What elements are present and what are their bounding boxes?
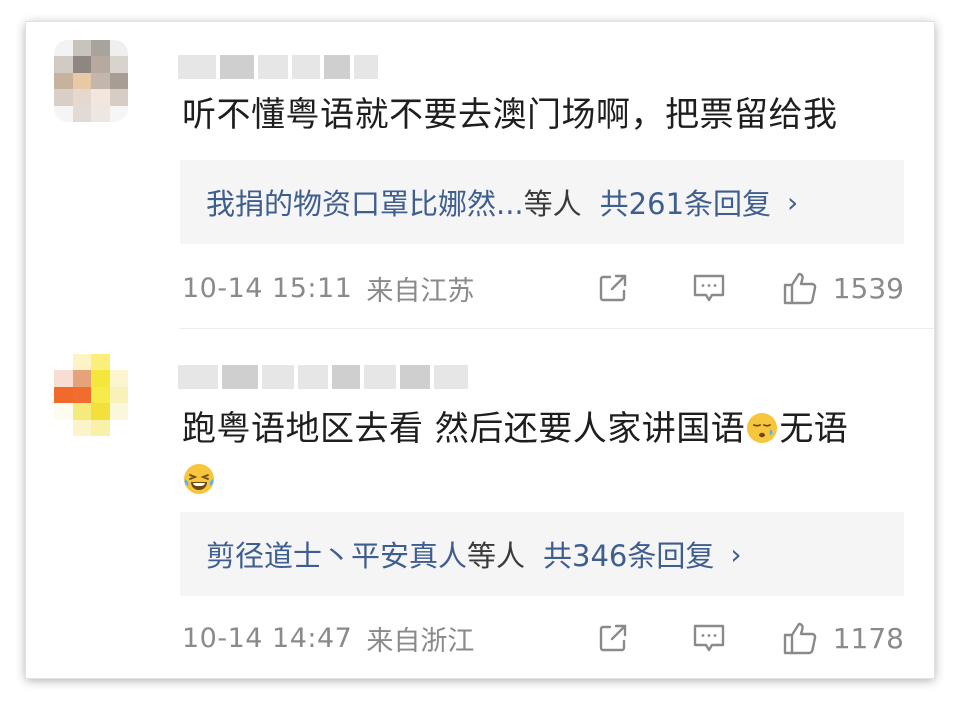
comment-text: 跑粤语地区去看 然后还要人家讲国语 无语 bbox=[182, 406, 906, 508]
reply-summary[interactable]: 剪径道士丶平安真人 等人 共346条回复 › bbox=[180, 512, 904, 596]
share-button[interactable] bbox=[593, 620, 633, 656]
like-button[interactable]: 1539 bbox=[781, 269, 904, 307]
share-icon bbox=[599, 624, 626, 652]
comment-meta: 10-14 15:11 来自江苏 1539 bbox=[182, 266, 904, 310]
timestamp: 10-14 14:47 bbox=[182, 622, 353, 654]
reply-suffix: 等人 bbox=[523, 187, 582, 221]
share-icon bbox=[599, 274, 626, 302]
reply-names[interactable]: 剪径道士丶平安真人 bbox=[206, 533, 467, 575]
reply-count[interactable]: 共261条回复 bbox=[600, 181, 771, 223]
reply-suffix: 等人 bbox=[467, 539, 526, 573]
location: 来自浙江 bbox=[366, 625, 475, 657]
comment-text: 听不懂粤语就不要去澳门场啊，把票留给我 bbox=[182, 95, 838, 135]
comment-icon bbox=[693, 624, 724, 652]
divider bbox=[180, 328, 934, 329]
username-redacted[interactable] bbox=[178, 52, 378, 82]
reply-count[interactable]: 共346条回复 bbox=[543, 533, 714, 575]
location: 来自江苏 bbox=[366, 275, 475, 307]
username-redacted[interactable] bbox=[178, 362, 468, 392]
like-count: 1539 bbox=[832, 271, 904, 305]
chevron-right-icon: › bbox=[787, 185, 799, 219]
laughing-tears-emoji bbox=[182, 462, 216, 508]
comment-list: 听不懂粤语就不要去澳门场啊，把票留给我 我捐的物资口罩比娜然... 等人 共26… bbox=[26, 22, 934, 678]
like-button[interactable]: 1178 bbox=[781, 619, 904, 657]
timestamp: 10-14 15:11 bbox=[182, 272, 353, 304]
chevron-right-icon: › bbox=[730, 537, 742, 571]
comment-meta: 10-14 14:47 来自浙江 1178 bbox=[182, 616, 904, 660]
comment-icon bbox=[693, 274, 724, 302]
comment-button[interactable] bbox=[689, 270, 729, 306]
avatar[interactable] bbox=[54, 40, 128, 122]
comment-button[interactable] bbox=[689, 620, 729, 656]
thumbs-up-icon bbox=[783, 622, 816, 655]
thumbs-up-icon bbox=[783, 272, 816, 305]
reply-summary[interactable]: 我捐的物资口罩比娜然... 等人 共261条回复 › bbox=[180, 160, 904, 244]
like-count: 1178 bbox=[832, 621, 904, 655]
cold-sweat-emoji bbox=[745, 411, 779, 457]
reply-names[interactable]: 我捐的物资口罩比娜然... bbox=[206, 181, 524, 223]
share-button[interactable] bbox=[593, 270, 633, 306]
avatar[interactable] bbox=[54, 354, 128, 436]
